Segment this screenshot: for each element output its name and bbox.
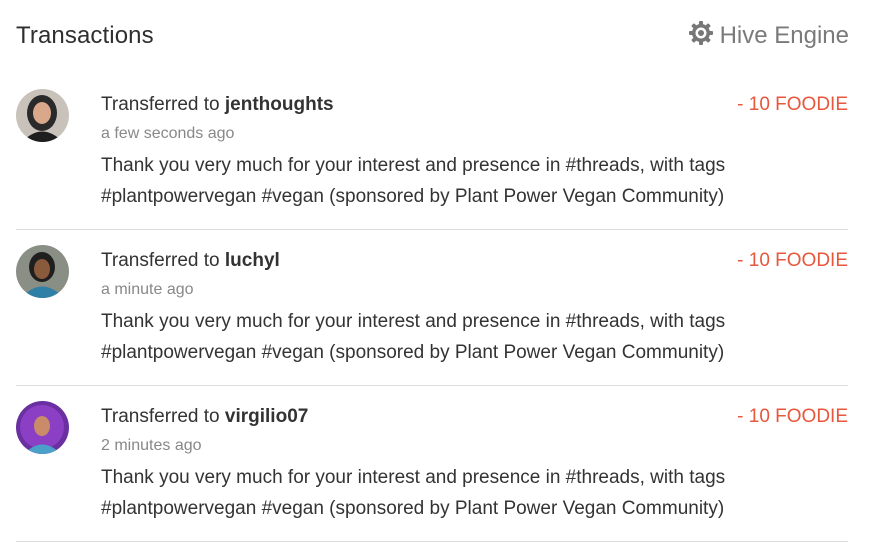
hive-engine-link[interactable]: Hive Engine bbox=[688, 20, 849, 53]
transaction-item: Transferred to jenthoughts a few seconds… bbox=[16, 74, 848, 230]
avatar[interactable] bbox=[16, 89, 69, 142]
memo: Thank you very much for your interest an… bbox=[101, 306, 848, 368]
transfer-prefix: Transferred to bbox=[101, 406, 225, 427]
page-title: Transactions bbox=[16, 22, 154, 49]
memo-line: Thank you very much for your interest an… bbox=[101, 155, 726, 176]
memo-line: #plantpowervegan #vegan (sponsored by Pl… bbox=[101, 186, 725, 207]
transaction-content: Transferred to jenthoughts a few seconds… bbox=[101, 92, 848, 212]
memo-line: Thank you very much for your interest an… bbox=[101, 311, 726, 332]
transfer-line: Transferred to jenthoughts bbox=[101, 92, 848, 118]
memo: Thank you very much for your interest an… bbox=[101, 150, 848, 212]
hive-engine-label: Hive Engine bbox=[719, 22, 849, 49]
amount: - 10 FOODIE bbox=[737, 406, 848, 427]
amount: - 10 FOODIE bbox=[737, 250, 848, 271]
timestamp: 2 minutes ago bbox=[101, 437, 202, 454]
gear-icon bbox=[688, 20, 720, 53]
transactions-panel: Transactions Hive Engine Transferred to … bbox=[0, 0, 869, 545]
memo-line: Thank you very much for your interest an… bbox=[101, 467, 726, 488]
recipient-link[interactable]: luchyl bbox=[225, 250, 280, 271]
avatar[interactable] bbox=[16, 245, 69, 298]
transaction-content: Transferred to virgilio07 2 minutes ago … bbox=[101, 404, 848, 524]
amount: - 10 FOODIE bbox=[737, 94, 848, 115]
transaction-content: Transferred to luchyl a minute ago Thank… bbox=[101, 248, 848, 368]
timestamp: a few seconds ago bbox=[101, 125, 235, 142]
panel-header: Transactions Hive Engine bbox=[16, 18, 849, 54]
memo-line: #plantpowervegan #vegan (sponsored by Pl… bbox=[101, 342, 725, 363]
avatar[interactable] bbox=[16, 401, 69, 454]
transaction-item: Transferred to virgilio07 2 minutes ago … bbox=[16, 386, 848, 542]
transaction-item: Transferred to luchyl a minute ago Thank… bbox=[16, 230, 848, 386]
timestamp: a minute ago bbox=[101, 281, 194, 298]
recipient-link[interactable]: jenthoughts bbox=[225, 94, 334, 115]
transfer-line: Transferred to luchyl bbox=[101, 248, 848, 274]
memo-line: #plantpowervegan #vegan (sponsored by Pl… bbox=[101, 498, 725, 519]
transfer-line: Transferred to virgilio07 bbox=[101, 404, 848, 430]
transfer-prefix: Transferred to bbox=[101, 250, 225, 271]
recipient-link[interactable]: virgilio07 bbox=[225, 406, 308, 427]
transfer-prefix: Transferred to bbox=[101, 94, 225, 115]
transaction-list: Transferred to jenthoughts a few seconds… bbox=[16, 74, 848, 542]
memo: Thank you very much for your interest an… bbox=[101, 462, 848, 524]
